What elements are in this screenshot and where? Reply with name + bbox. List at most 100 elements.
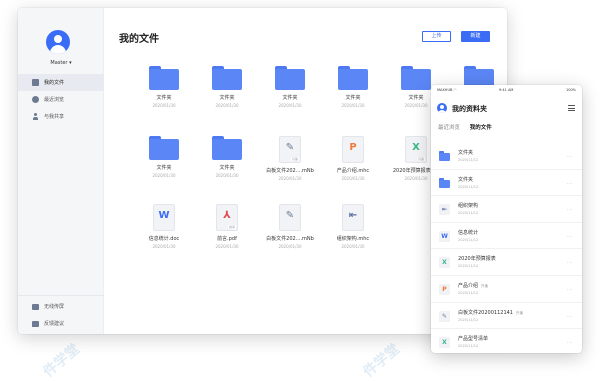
file-date: 2020/01/30 <box>215 103 239 108</box>
document-icon: ✎ <box>279 204 301 231</box>
document-icon: ✎ <box>439 310 450 322</box>
file-date: 2020/01/30 <box>278 176 302 181</box>
file-name: 白板文件20200112141 只读 <box>458 309 523 316</box>
file-tile[interactable]: W 信息统计.doc 2020/01/30 <box>133 204 195 249</box>
menu-icon[interactable] <box>568 105 575 111</box>
file-name: 组织架构 <box>458 203 479 210</box>
folder-tile[interactable]: 文件夹 2020/01/30 <box>196 136 258 178</box>
more-icon[interactable]: ··· <box>567 287 573 293</box>
list-item[interactable]: ⇤ 组织架构 2020/11/12 ··· <box>431 196 582 223</box>
new-button[interactable]: 新建 <box>461 31 490 42</box>
sidebar-item-label: 最近浏览 <box>44 97 65 103</box>
upload-button[interactable]: 上传 <box>422 31 451 42</box>
file-name: 文件夹 <box>458 176 474 183</box>
folder-tile[interactable]: 文件夹 2020/01/30 <box>322 66 384 108</box>
file-name: 文件夹 <box>219 165 235 171</box>
file-tile[interactable]: ⇤ 组织架构.mhc 2020/01/30 <box>322 204 384 249</box>
list-item[interactable]: X 产品型号清单 2020/11/12 ··· <box>431 329 582 353</box>
list-item[interactable]: ✎ 白板文件20200112141 只读 2020/11/12 ··· <box>431 303 582 330</box>
sidebar-item-my-files[interactable]: 我的文件 <box>18 74 104 91</box>
folder-icon <box>32 79 39 86</box>
file-name: 文件夹 <box>345 95 361 101</box>
file-date: 2020/01/30 <box>152 173 176 178</box>
clock-icon <box>32 96 39 103</box>
sidebar-item-shared[interactable]: 与我共享 <box>18 108 104 125</box>
more-icon[interactable]: ··· <box>567 154 573 160</box>
file-date: 2020/01/30 <box>341 103 365 108</box>
folder-icon <box>212 136 242 160</box>
file-name: 白板文件202....mNb <box>266 236 314 242</box>
avatar[interactable] <box>46 30 70 54</box>
more-icon[interactable]: ··· <box>567 181 573 187</box>
file-tile[interactable]: ⅄ 共享前言.pdf 2020/01/30 <box>196 204 258 249</box>
document-icon: P <box>439 283 450 295</box>
list-item[interactable]: W 信息统计 2020/11/12 ··· <box>431 223 582 250</box>
more-icon[interactable]: ··· <box>567 260 573 266</box>
folder-icon <box>439 151 450 162</box>
carrier-label: MAXHUB ◠ <box>437 88 457 92</box>
file-tag: 只读 <box>290 157 299 161</box>
document-icon: X <box>439 257 450 269</box>
document-icon: W <box>153 204 175 231</box>
folder-icon <box>212 66 242 90</box>
sidebar-nav: 我的文件 最近浏览 与我共享 <box>18 74 104 125</box>
folder-tile[interactable]: 文件夹 2020/01/30 <box>133 66 195 108</box>
clock-label: 9:41 AM <box>499 88 514 92</box>
more-icon[interactable]: ··· <box>567 314 573 320</box>
sidebar-footer: 无线传屏 反馈建议 <box>18 295 104 332</box>
tab-my-files[interactable]: 我的文件 <box>470 125 492 131</box>
file-date: 2020/11/12 <box>458 211 479 216</box>
document-icon: ✎ 只读 <box>279 136 301 163</box>
sidebar-item-cast[interactable]: 无线传屏 <box>18 298 104 315</box>
tab-recent[interactable]: 最近浏览 <box>438 125 460 131</box>
file-list: 文件夹 2020/11/12 ··· 文件夹 2020/11/12 ··· ⇤ 组织架构 202… <box>431 143 582 353</box>
phone-window: MAXHUB ◠ 9:41 AM 100% 我的资料夹 最近浏览 我的文件 文件… <box>431 85 582 353</box>
document-icon: X 只读 <box>405 136 427 163</box>
more-icon[interactable]: ··· <box>567 234 573 240</box>
sidebar-item-recent[interactable]: 最近浏览 <box>18 91 104 108</box>
more-icon[interactable]: ··· <box>567 340 573 346</box>
file-name: 产品介绍 只读 <box>458 282 489 289</box>
person-icon <box>32 113 39 120</box>
folder-icon <box>275 66 305 90</box>
file-name: 文件夹 <box>156 165 172 171</box>
folder-tile[interactable]: 文件夹 2020/01/30 <box>133 136 195 178</box>
file-name: 产品型号清单 <box>458 336 489 343</box>
sidebar-item-feedback[interactable]: 反馈建议 <box>18 315 104 332</box>
list-item[interactable]: 文件夹 2020/11/12 ··· <box>431 170 582 197</box>
folder-icon <box>149 66 179 90</box>
list-item[interactable]: X 2020年预算报表 2020/11/12 ··· <box>431 249 582 276</box>
more-icon[interactable]: ··· <box>567 207 573 213</box>
user-name[interactable]: Master ▾ <box>18 60 104 66</box>
file-date: 2020/01/30 <box>215 244 239 249</box>
file-name: 信息统计.doc <box>148 236 180 242</box>
document-icon: ⅄ 共享 <box>216 204 238 231</box>
list-item[interactable]: P 产品介绍 只读 2020/11/12 ··· <box>431 276 582 303</box>
sidebar: Master ▾ 我的文件 最近浏览 与我共享 无线传屏 反馈建议 <box>18 8 104 334</box>
file-name: 文件夹 <box>458 150 474 156</box>
watermark: 件学堂 <box>40 341 83 381</box>
document-icon: ⇤ <box>342 204 364 231</box>
folder-icon <box>401 66 431 90</box>
folder-icon <box>338 66 368 90</box>
file-name: 前言.pdf <box>217 236 237 242</box>
file-tile[interactable]: ✎ 白板文件202....mNb 2020/01/30 <box>259 204 321 249</box>
file-tile[interactable]: ✎ 只读白板文件202....mNb 2020/01/30 <box>259 136 321 181</box>
file-name: 白板文件202....mNb <box>266 168 314 174</box>
file-tile[interactable]: P 产品介绍.mhc 2020/01/30 <box>322 136 384 181</box>
file-name: 2020年预算报表 <box>458 256 496 263</box>
avatar[interactable] <box>437 103 447 113</box>
folder-tile[interactable]: 文件夹 2020/01/30 <box>259 66 321 108</box>
page-title: 我的资料夹 <box>452 105 487 113</box>
status-bar: MAXHUB ◠ 9:41 AM 100% <box>437 88 576 94</box>
folder-icon <box>439 177 450 189</box>
file-date: 2020/11/12 <box>458 237 479 242</box>
file-name: 文件夹 <box>219 95 235 101</box>
watermark: 件学堂 <box>360 341 403 381</box>
list-item[interactable]: 文件夹 2020/11/12 ··· <box>431 143 582 170</box>
file-tag: 只读 <box>516 310 523 315</box>
sidebar-item-label: 无线传屏 <box>44 304 65 310</box>
file-tag: 只读 <box>416 157 425 161</box>
file-date: 2020/01/30 <box>215 173 239 178</box>
folder-tile[interactable]: 文件夹 2020/01/30 <box>196 66 258 108</box>
